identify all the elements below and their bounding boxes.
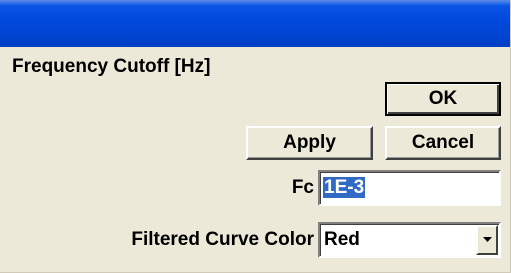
fc-input-value: 1E-3 xyxy=(323,177,366,198)
filtered-curve-color-select[interactable]: Red xyxy=(318,222,501,258)
filtered-curve-color-label: Filtered Curve Color xyxy=(131,229,314,250)
title-bar-gloss xyxy=(0,0,510,6)
dropdown-button[interactable] xyxy=(476,225,498,255)
frequency-cutoff-dialog: Frequency Cutoff [Hz] OK Apply Cancel Fc… xyxy=(0,0,511,273)
ok-button[interactable]: OK xyxy=(385,82,501,116)
fc-label: Fc xyxy=(291,177,314,198)
window-title-bar[interactable] xyxy=(0,0,510,47)
dialog-heading: Frequency Cutoff [Hz] xyxy=(12,56,211,77)
cancel-button[interactable]: Cancel xyxy=(385,126,501,160)
chevron-down-icon xyxy=(482,237,492,242)
filtered-curve-color-value: Red xyxy=(324,229,360,250)
apply-button[interactable]: Apply xyxy=(246,126,373,160)
fc-input[interactable]: 1E-3 xyxy=(318,170,501,206)
